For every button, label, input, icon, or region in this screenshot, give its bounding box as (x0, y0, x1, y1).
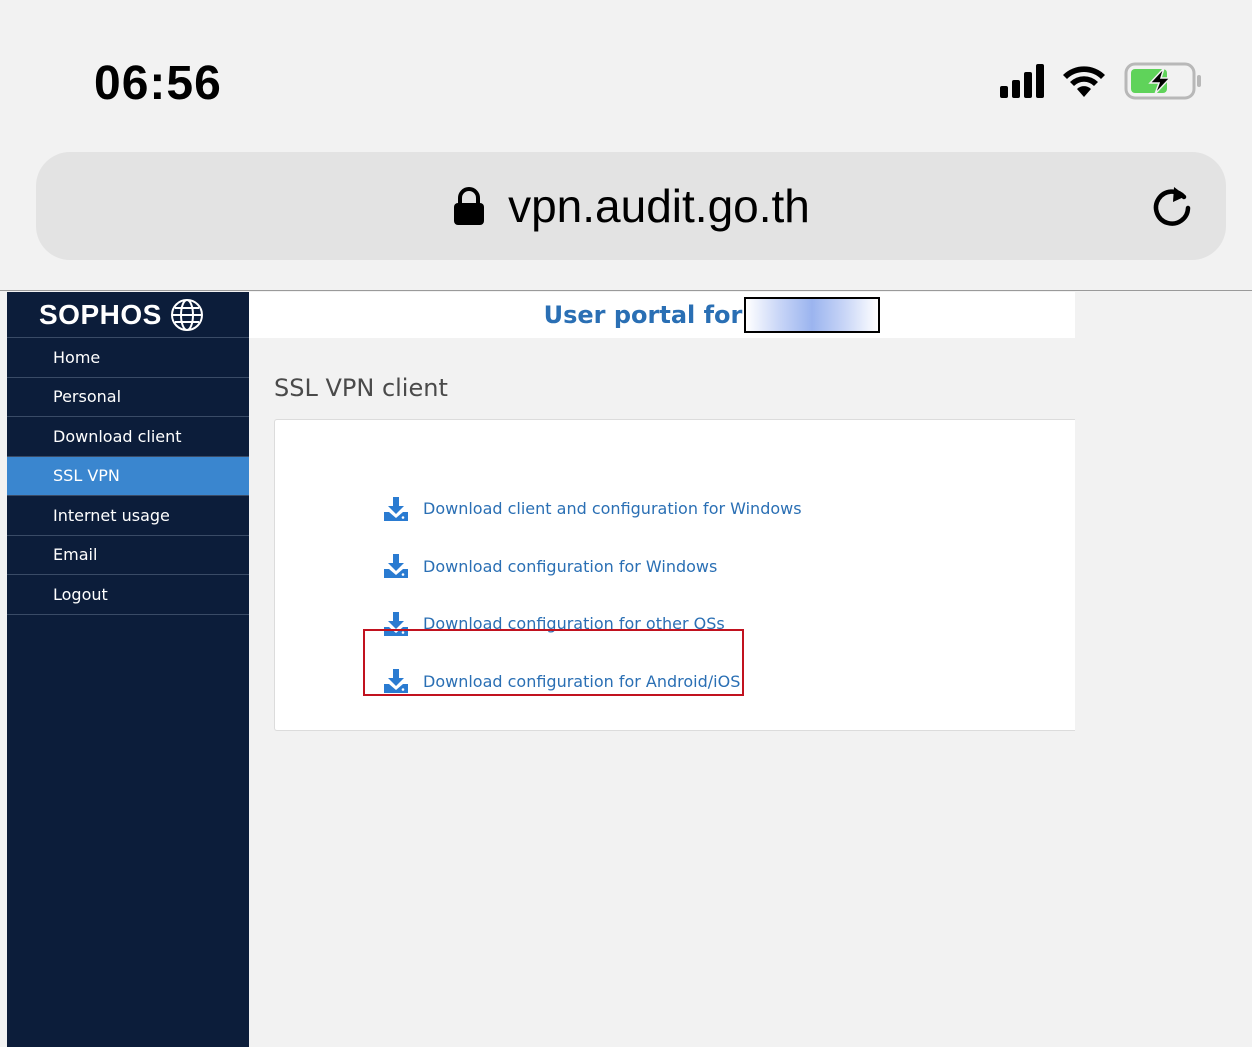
url-text: vpn.audit.go.th (508, 180, 810, 232)
url-display[interactable]: vpn.audit.go.th (36, 152, 1226, 260)
address-bar[interactable]: vpn.audit.go.th (36, 152, 1226, 260)
portal-header: User portal for (249, 292, 1075, 338)
download-icon (384, 496, 408, 521)
sidebar-item-download-client[interactable]: Download client (7, 417, 249, 457)
status-icons (1000, 62, 1204, 100)
download-link-label: Download configuration for Windows (423, 556, 718, 576)
portal-title: User portal for (543, 301, 743, 329)
sidebar-item-internet-usage[interactable]: Internet usage (7, 496, 249, 536)
status-bar: 06:56 (0, 0, 1252, 150)
browser-divider (0, 290, 1252, 291)
download-config-windows-link[interactable]: Download configuration for Windows (383, 538, 802, 596)
download-link-label: Download client and configuration for Wi… (423, 499, 802, 519)
sidebar-item-ssl-vpn[interactable]: SSL VPN (7, 456, 249, 496)
clock: 06:56 (94, 57, 222, 110)
section-title: SSL VPN client (274, 374, 448, 402)
sidebar-nav: Home Personal Download client SSL VPN In… (7, 338, 249, 615)
brand-name: SOPHOS (39, 298, 162, 330)
highlight-box (363, 629, 744, 696)
sidebar-item-logout[interactable]: Logout (7, 575, 249, 615)
sidebar-item-email[interactable]: Email (7, 536, 249, 575)
reload-icon[interactable] (1146, 180, 1198, 232)
lock-icon (454, 187, 485, 225)
sidebar-item-personal[interactable]: Personal (7, 378, 249, 417)
sidebar: SOPHOS Home Personal Download client SSL… (7, 292, 249, 1047)
globe-icon (170, 298, 203, 331)
download-icon (384, 554, 408, 579)
sidebar-item-home[interactable]: Home (7, 338, 249, 378)
battery-charging-icon (1124, 62, 1201, 100)
signal-icon (1000, 64, 1044, 98)
wifi-icon (1063, 66, 1105, 97)
sophos-logo: SOPHOS (7, 292, 249, 338)
redacted-username (744, 297, 881, 333)
download-client-config-windows-link[interactable]: Download client and configuration for Wi… (383, 480, 802, 538)
